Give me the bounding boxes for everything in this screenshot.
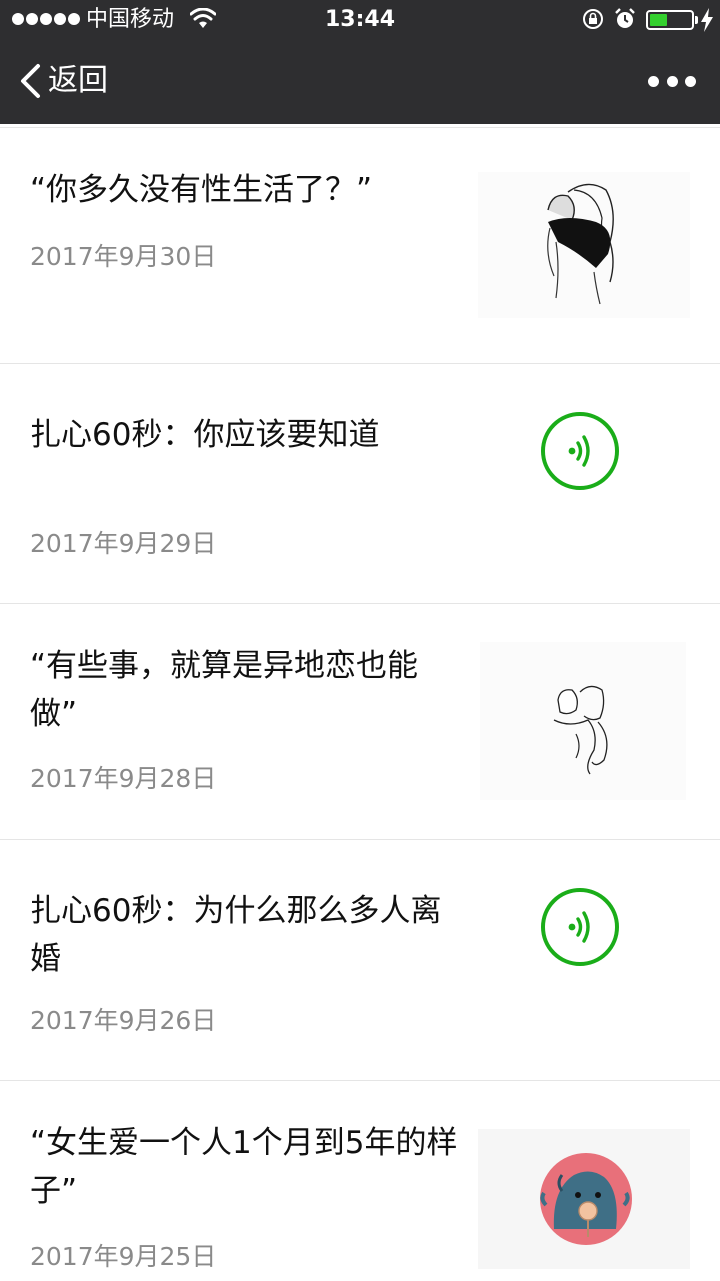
article-title: 扎心60秒：为什么那么多人离婚 — [30, 893, 442, 977]
article-thumbnail — [478, 1129, 690, 1269]
back-button[interactable]: 返回 — [18, 60, 108, 102]
article-title: 扎心60秒：你应该要知道 — [30, 417, 380, 453]
article-date: 2017年9月25日 — [30, 1242, 217, 1271]
status-time: 13:44 — [324, 7, 396, 32]
chevron-left-icon — [21, 64, 40, 98]
article-item[interactable]: 扎心60秒：为什么那么多人离婚 2017年9月26日 — [0, 840, 720, 1081]
more-button[interactable] — [648, 70, 696, 92]
more-dots-icon — [648, 75, 659, 87]
rotation-lock-icon — [583, 9, 603, 29]
battery-cap — [695, 16, 698, 24]
article-title: “有些事，就算是异地恋也能做” — [30, 648, 419, 732]
article-item[interactable]: “你多久没有性生活了？” 2017年9月30日 — [0, 128, 720, 364]
navigation-bar: 返回 — [0, 40, 720, 124]
couple-sketch-image — [547, 183, 614, 305]
kiss-sketch-image — [553, 685, 608, 775]
alarm-icon — [615, 8, 635, 28]
back-label: 返回 — [48, 63, 108, 98]
status-bar: 中国移动 13:44 — [0, 0, 720, 40]
article-date: 2017年9月26日 — [30, 1006, 217, 1035]
battery-icon — [646, 10, 694, 30]
article-date: 2017年9月29日 — [30, 529, 217, 558]
article-date: 2017年9月28日 — [30, 764, 217, 793]
monster-lollipop-image — [540, 1153, 632, 1245]
audio-play-icon[interactable] — [540, 887, 620, 967]
article-thumbnail — [480, 642, 686, 800]
article-item[interactable]: 扎心60秒：你应该要知道 2017年9月29日 — [0, 364, 720, 604]
article-thumbnail — [478, 172, 690, 318]
article-title: “你多久没有性生活了？” — [30, 172, 373, 208]
audio-play-icon[interactable] — [540, 411, 620, 491]
article-title: “女生爱一个人1个月到5年的样子” — [30, 1125, 458, 1209]
charging-bolt-icon — [701, 8, 713, 32]
article-item[interactable]: “女生爱一个人1个月到5年的样子” 2017年9月25日 — [0, 1081, 720, 1281]
battery-level — [650, 14, 667, 26]
article-date: 2017年9月30日 — [30, 242, 217, 271]
article-item[interactable]: “有些事，就算是异地恋也能做” 2017年9月28日 — [0, 604, 720, 840]
